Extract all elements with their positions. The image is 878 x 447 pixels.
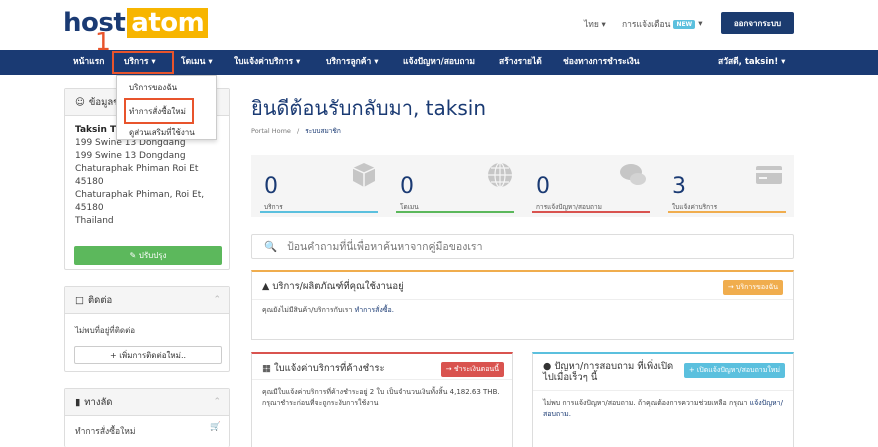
card-divider [533,390,793,391]
user-icon: ☺ [75,96,85,108]
active-services-body: คุณยังไม่มีสินค้า/บริการกับเรา ทำการสั่ง… [262,305,394,316]
breadcrumb-separator: / [297,127,300,135]
stat-services[interactable]: 0 บริการ [251,155,386,217]
services-highlight-box [112,51,174,74]
notifications-label: การแจ้งเตือน [622,20,671,30]
page-title: ยินดีต้อนรับกลับมา, taksin [251,96,487,120]
logo-text-atom: atom [127,8,209,38]
no-tickets-text: ไม่พบ การแจ้งปัญหา/สอบถาม. ถ้าคุณต้องการ… [543,399,748,407]
top-header: host atom ไทย ▾ การแจ้งเตือน NEW ▾ ออกจาก… [0,0,878,48]
folder-icon: □ [75,294,84,306]
dropdown-item-my-services[interactable]: บริการของฉัน [129,81,177,94]
stat-value: 3 [672,174,686,199]
kb-search-input[interactable]: 🔍 ป้อนคำถามที่นี่เพื่อหาค้นหาจากคู่มือขอ… [251,234,794,259]
update-info-button[interactable]: ✎ ปรับปรุง [74,246,222,265]
chevron-up-icon[interactable]: ⌃ [213,295,221,305]
nav-payment-methods[interactable]: ช่องทางการชำระเงิน [563,50,640,75]
stat-value: 0 [400,174,414,199]
address-line: Chaturaphak Phiman Roi Et [75,164,199,174]
nav-tickets[interactable]: แจ้งปัญหา/สอบถาม [403,50,475,75]
stat-value: 0 [536,174,550,199]
stat-domains[interactable]: 0 โดเมน [387,155,522,217]
nav-support[interactable]: บริการลูกค้า ▾ [326,50,379,75]
stat-invoices[interactable]: 3 ใบแจ้งค่าบริการ [659,155,794,217]
shortcuts-panel: ▮ ทางลัด ⌃ ทำการสั่งซื้อใหม่ 🛒 [64,388,230,447]
pay-now-button[interactable]: → ชำระเงินตอนนี้ [440,362,504,377]
step-marker-1: 1 [95,27,111,56]
breadcrumb-home[interactable]: Portal Home [251,127,291,135]
shortcut-new-order[interactable]: ทำการสั่งซื้อใหม่ 🛒 [65,416,229,438]
comments-icon: ● [543,361,552,372]
shortcuts-header[interactable]: ▮ ทางลัด ⌃ [65,389,229,416]
recent-tickets-card: ● ปัญหา/การสอบถาม ที่เพิ่งเปิดไปเมื่อเร็… [532,352,794,447]
credit-card-icon [756,166,782,184]
stat-underline [532,211,650,213]
stat-underline [260,211,378,213]
card-divider [252,379,512,380]
recent-tickets-body: ไม่พบ การแจ้งปัญหา/สอบถาม. ถ้าคุณต้องการ… [543,398,788,420]
new-badge: NEW [673,19,696,29]
chevron-up-icon[interactable]: ⌃ [213,397,221,407]
active-services-card: ▲ บริการ/ผลิตภัณฑ์ที่คุณใช้งานอยู่ → บริ… [251,270,794,340]
unpaid-invoices-card: ▦ ใบแจ้งค่าบริการที่ค้างชำระ → ชำระเงินต… [251,352,513,447]
nav-affiliates[interactable]: สร้างรายได้ [499,50,542,75]
address-line: Chaturaphak Phiman, Roi Et, [75,190,205,200]
address-line: 45180 [75,203,104,213]
stat-tickets[interactable]: 0 การแจ้งปัญหา/สอบถาม [523,155,658,217]
unpaid-invoices-body: คุณมีใบแจ้งค่าบริการที่ค้างชำระอยู่ 2 ใบ… [262,388,500,407]
stat-underline [668,211,786,213]
breadcrumb-current[interactable]: ระบบสมาชิก [305,127,340,135]
hostatom-logo[interactable]: host atom [63,8,209,38]
stats-row: 0 บริการ 0 โดเมน 0 การแจ้งปัญหา/สอบถาม 3… [251,155,794,217]
nav-billing[interactable]: ใบแจ้งค่าบริการ ▾ [234,50,300,75]
language-selector[interactable]: ไทย ▾ [584,17,606,31]
breadcrumb: Portal Home / ระบบสมาชิก [251,126,341,136]
comments-icon [620,164,646,185]
order-link[interactable]: ทำการสั่งซื้อ. [355,306,394,314]
active-services-title: บริการ/ผลิตภัณฑ์ที่คุณใช้งานอยู่ [272,281,404,292]
chevron-down-icon: ▾ [698,19,703,29]
stat-value: 0 [264,174,278,199]
address-line: 45180 [75,177,104,187]
search-icon: 🔍 [264,241,278,253]
shortcut-new-order-label: ทำการสั่งซื้อใหม่ [75,427,136,437]
recent-tickets-title: ปัญหา/การสอบถาม ที่เพิ่งเปิดไปเมื่อเร็วๆ… [543,361,674,383]
my-services-button[interactable]: → บริการของฉัน [722,280,783,295]
add-contact-button[interactable]: + เพิ่มการติดต่อใหม่.. [74,346,222,364]
address-line: 199 Swine 13 Dongdang [75,151,186,161]
calculator-icon: ▦ [262,363,271,374]
active-services-header: ▲ บริการ/ผลิตภัณฑ์ที่คุณใช้งานอยู่ [262,279,404,294]
cube-icon: ▲ [262,281,270,292]
dropdown-item-addons[interactable]: ดูส่วนเสริมที่ใช้งาน [129,126,195,139]
box-icon [352,163,376,187]
globe-icon [488,162,512,188]
unpaid-invoices-header: ▦ ใบแจ้งค่าบริการที่ค้างชำระ [262,361,385,376]
recent-tickets-header: ● ปัญหา/การสอบถาม ที่เพิ่งเปิดไปเมื่อเร็… [543,361,683,383]
no-services-text: คุณยังไม่มีสินค้า/บริการกับเรา [262,306,353,314]
nav-user-menu[interactable]: สวัสดี, taksin! ▾ [718,50,785,75]
bookmark-icon: ▮ [75,396,81,408]
contacts-header[interactable]: □ ติดต่อ ⌃ [65,287,229,314]
contacts-title: ติดต่อ [87,294,113,306]
nav-domains[interactable]: โดเมน ▾ [181,50,213,75]
notifications-menu[interactable]: การแจ้งเตือน NEW ▾ [622,17,702,31]
logout-button[interactable]: ออกจากระบบ [721,12,794,34]
new-order-highlight-box [124,98,194,124]
kb-search-placeholder: ป้อนคำถามที่นี่เพื่อหาค้นหาจากคู่มือของเ… [287,241,483,253]
unpaid-invoices-title: ใบแจ้งค่าบริการที่ค้างชำระ [274,363,385,374]
stat-underline [396,211,514,213]
address-line: Thailand [75,216,114,226]
shopping-cart-icon: 🛒 [210,422,221,432]
open-ticket-button[interactable]: + เปิดแจ้งปัญหา/สอบถามใหม่ [683,363,785,378]
no-contacts-text: ไม่พบที่อยู่ที่ติดต่อ [75,326,136,335]
shortcuts-title: ทางลัด [84,396,113,408]
card-divider [252,299,793,300]
